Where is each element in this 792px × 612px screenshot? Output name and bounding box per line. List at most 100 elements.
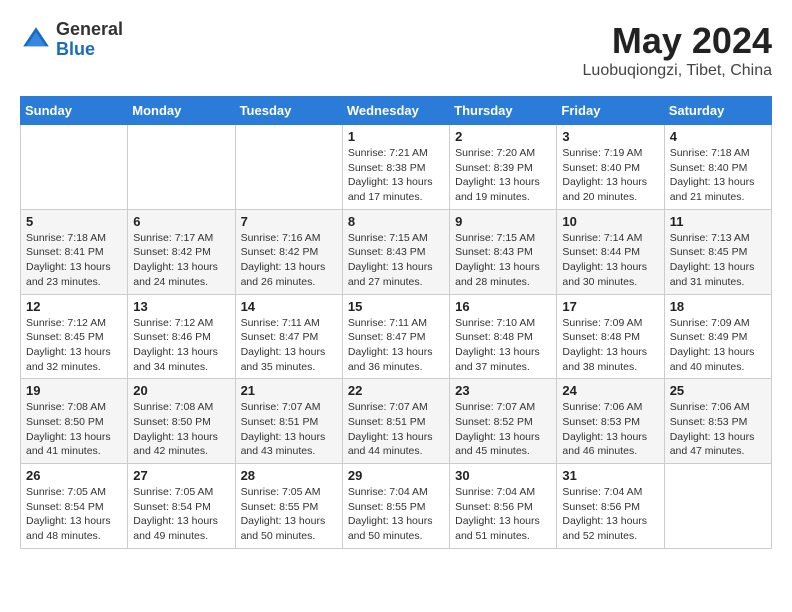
- calendar-cell: 18 Sunrise: 7:09 AM Sunset: 8:49 PM Dayli…: [664, 294, 771, 379]
- calendar-cell: 13 Sunrise: 7:12 AM Sunset: 8:46 PM Dayli…: [128, 294, 235, 379]
- logo-icon: [20, 24, 52, 56]
- day-number: 7: [241, 214, 337, 229]
- day-info: Sunrise: 7:21 AM Sunset: 8:38 PM Dayligh…: [348, 146, 444, 205]
- calendar-cell: [235, 125, 342, 210]
- calendar-cell: 29Sunrise: 7:04 AM Sunset: 8:55 PM Dayli…: [342, 464, 449, 549]
- day-info: Sunrise: 7:09 AM Sunset: 8:49 PM Dayligh…: [670, 316, 766, 375]
- calendar-week-row: 5Sunrise: 7:18 AM Sunset: 8:41 PM Daylig…: [21, 209, 772, 294]
- day-info: Sunrise: 7:08 AM Sunset: 8:50 PM Dayligh…: [26, 400, 122, 459]
- calendar-cell: 12 Sunrise: 7:12 AM Sunset: 8:45 PM Dayli…: [21, 294, 128, 379]
- day-info: Sunrise: 7:05 AM Sunset: 8:54 PM Dayligh…: [133, 485, 229, 544]
- day-info: Sunrise: 7:20 AM Sunset: 8:39 PM Dayligh…: [455, 146, 551, 205]
- day-info: Sunrise: 7:07 AM Sunset: 8:51 PM Dayligh…: [348, 400, 444, 459]
- location: Luobuqiongzi, Tibet, China: [583, 62, 772, 80]
- day-info: Sunrise: 7:05 AM Sunset: 8:55 PM Dayligh…: [241, 485, 337, 544]
- day-info: Sunrise: 7:12 AM Sunset: 8:45 PM Dayligh…: [26, 316, 122, 375]
- day-info: Sunrise: 7:04 AM Sunset: 8:56 PM Dayligh…: [455, 485, 551, 544]
- calendar-week-row: 12 Sunrise: 7:12 AM Sunset: 8:45 PM Dayli…: [21, 294, 772, 379]
- day-number: 17: [562, 299, 658, 314]
- day-info: Sunrise: 7:11 AM Sunset: 8:47 PM Dayligh…: [241, 316, 337, 375]
- day-info: Sunrise: 7:04 AM Sunset: 8:56 PM Dayligh…: [562, 485, 658, 544]
- day-info: Sunrise: 7:18 AM Sunset: 8:41 PM Dayligh…: [26, 231, 122, 290]
- day-info: Sunrise: 7:05 AM Sunset: 8:54 PM Dayligh…: [26, 485, 122, 544]
- calendar-cell: [21, 125, 128, 210]
- calendar-cell: 3Sunrise: 7:19 AM Sunset: 8:40 PM Daylig…: [557, 125, 664, 210]
- calendar-cell: 9Sunrise: 7:15 AM Sunset: 8:43 PM Daylig…: [450, 209, 557, 294]
- day-number: 31: [562, 468, 658, 483]
- day-number: 23: [455, 383, 551, 398]
- day-info: Sunrise: 7:16 AM Sunset: 8:42 PM Dayligh…: [241, 231, 337, 290]
- day-info: Sunrise: 7:12 AM Sunset: 8:46 PM Dayligh…: [133, 316, 229, 375]
- calendar-cell: 2 Sunrise: 7:20 AM Sunset: 8:39 PM Daylig…: [450, 125, 557, 210]
- day-number: 8: [348, 214, 444, 229]
- calendar-cell: 27 Sunrise: 7:05 AM Sunset: 8:54 PM Dayli…: [128, 464, 235, 549]
- day-info: Sunrise: 7:06 AM Sunset: 8:53 PM Dayligh…: [670, 400, 766, 459]
- day-info: Sunrise: 7:09 AM Sunset: 8:48 PM Dayligh…: [562, 316, 658, 375]
- day-number: 26: [26, 468, 122, 483]
- day-number: 30: [455, 468, 551, 483]
- title-area: May 2024 Luobuqiongzi, Tibet, China: [583, 20, 772, 80]
- day-number: 15: [348, 299, 444, 314]
- day-number: 3: [562, 129, 658, 144]
- day-number: 10: [562, 214, 658, 229]
- day-number: 2: [455, 129, 551, 144]
- day-info: Sunrise: 7:10 AM Sunset: 8:48 PM Dayligh…: [455, 316, 551, 375]
- day-number: 18: [670, 299, 766, 314]
- day-info: Sunrise: 7:06 AM Sunset: 8:53 PM Dayligh…: [562, 400, 658, 459]
- day-number: 11: [670, 214, 766, 229]
- calendar-week-row: 1Sunrise: 7:21 AM Sunset: 8:38 PM Daylig…: [21, 125, 772, 210]
- calendar-cell: 6Sunrise: 7:17 AM Sunset: 8:42 PM Daylig…: [128, 209, 235, 294]
- calendar-week-row: 26 Sunrise: 7:05 AM Sunset: 8:54 PM Dayli…: [21, 464, 772, 549]
- day-info: Sunrise: 7:14 AM Sunset: 8:44 PM Dayligh…: [562, 231, 658, 290]
- calendar-cell: 10 Sunrise: 7:14 AM Sunset: 8:44 PM Dayli…: [557, 209, 664, 294]
- calendar-cell: 19 Sunrise: 7:08 AM Sunset: 8:50 PM Dayli…: [21, 379, 128, 464]
- calendar-cell: 31 Sunrise: 7:04 AM Sunset: 8:56 PM Dayli…: [557, 464, 664, 549]
- day-info: Sunrise: 7:13 AM Sunset: 8:45 PM Dayligh…: [670, 231, 766, 290]
- day-number: 13: [133, 299, 229, 314]
- calendar-cell: 21 Sunrise: 7:07 AM Sunset: 8:51 PM Dayli…: [235, 379, 342, 464]
- calendar-cell: 15 Sunrise: 7:11 AM Sunset: 8:47 PM Dayli…: [342, 294, 449, 379]
- day-number: 12: [26, 299, 122, 314]
- calendar-cell: 26 Sunrise: 7:05 AM Sunset: 8:54 PM Dayli…: [21, 464, 128, 549]
- weekday-header: Thursday: [450, 97, 557, 125]
- day-info: Sunrise: 7:07 AM Sunset: 8:52 PM Dayligh…: [455, 400, 551, 459]
- calendar-cell: 4Sunrise: 7:18 AM Sunset: 8:40 PM Daylig…: [664, 125, 771, 210]
- calendar-cell: 23 Sunrise: 7:07 AM Sunset: 8:52 PM Dayli…: [450, 379, 557, 464]
- day-info: Sunrise: 7:17 AM Sunset: 8:42 PM Dayligh…: [133, 231, 229, 290]
- day-info: Sunrise: 7:04 AM Sunset: 8:55 PM Dayligh…: [348, 485, 444, 544]
- day-number: 28: [241, 468, 337, 483]
- day-number: 19: [26, 383, 122, 398]
- calendar-cell: 8 Sunrise: 7:15 AM Sunset: 8:43 PM Daylig…: [342, 209, 449, 294]
- day-number: 22: [348, 383, 444, 398]
- day-number: 4: [670, 129, 766, 144]
- calendar-cell: 22 Sunrise: 7:07 AM Sunset: 8:51 PM Dayli…: [342, 379, 449, 464]
- day-info: Sunrise: 7:07 AM Sunset: 8:51 PM Dayligh…: [241, 400, 337, 459]
- calendar-cell: 5Sunrise: 7:18 AM Sunset: 8:41 PM Daylig…: [21, 209, 128, 294]
- day-number: 14: [241, 299, 337, 314]
- day-number: 21: [241, 383, 337, 398]
- page-header: General Blue May 2024 Luobuqiongzi, Tibe…: [20, 20, 772, 80]
- calendar-cell: 7 Sunrise: 7:16 AM Sunset: 8:42 PM Daylig…: [235, 209, 342, 294]
- calendar-cell: 28 Sunrise: 7:05 AM Sunset: 8:55 PM Dayli…: [235, 464, 342, 549]
- calendar-cell: [128, 125, 235, 210]
- weekday-header: Friday: [557, 97, 664, 125]
- weekday-header: Tuesday: [235, 97, 342, 125]
- calendar-cell: [664, 464, 771, 549]
- calendar-cell: 11 Sunrise: 7:13 AM Sunset: 8:45 PM Dayli…: [664, 209, 771, 294]
- logo-blue-text: Blue: [56, 40, 123, 60]
- calendar-cell: 14 Sunrise: 7:11 AM Sunset: 8:47 PM Dayli…: [235, 294, 342, 379]
- weekday-header: Monday: [128, 97, 235, 125]
- calendar-cell: 20Sunrise: 7:08 AM Sunset: 8:50 PM Dayli…: [128, 379, 235, 464]
- logo-general-text: General: [56, 20, 123, 40]
- day-info: Sunrise: 7:11 AM Sunset: 8:47 PM Dayligh…: [348, 316, 444, 375]
- month-year: May 2024: [583, 20, 772, 62]
- calendar-cell: 30 Sunrise: 7:04 AM Sunset: 8:56 PM Dayli…: [450, 464, 557, 549]
- day-info: Sunrise: 7:15 AM Sunset: 8:43 PM Dayligh…: [348, 231, 444, 290]
- calendar-cell: 1Sunrise: 7:21 AM Sunset: 8:38 PM Daylig…: [342, 125, 449, 210]
- day-number: 27: [133, 468, 229, 483]
- calendar-cell: 16Sunrise: 7:10 AM Sunset: 8:48 PM Dayli…: [450, 294, 557, 379]
- calendar-table: SundayMondayTuesdayWednesdayThursdayFrid…: [20, 96, 772, 549]
- calendar-week-row: 19 Sunrise: 7:08 AM Sunset: 8:50 PM Dayli…: [21, 379, 772, 464]
- weekday-header: Wednesday: [342, 97, 449, 125]
- weekday-header-row: SundayMondayTuesdayWednesdayThursdayFrid…: [21, 97, 772, 125]
